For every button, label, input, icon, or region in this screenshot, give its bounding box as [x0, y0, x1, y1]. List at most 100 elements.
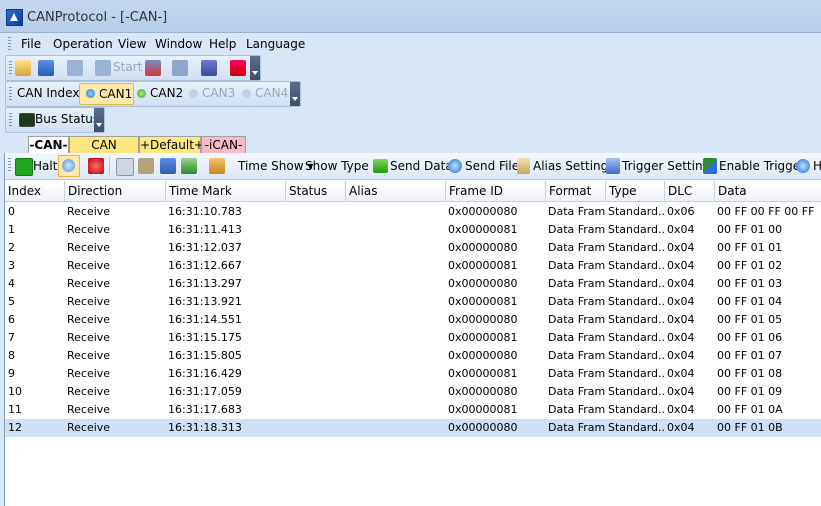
alias-setting-button[interactable]: Alias Setting — [533, 156, 608, 176]
tab-ican[interactable]: -iCAN- — [201, 136, 246, 154]
view-toolbar-grip[interactable] — [8, 158, 11, 171]
cell-data: 00 FF 01 05 — [717, 313, 783, 326]
table-row[interactable]: 10 Receive 16:31:17.059 0x00000080 Data Fram… — [5, 383, 821, 401]
cell-type: Standard... — [608, 223, 664, 236]
col-dlc[interactable]: DLC — [664, 181, 714, 201]
can-view: Halt Time Show ▾ Show Type ▾ Send Data S… — [4, 153, 821, 506]
tab-default[interactable]: +Default+ — [139, 136, 204, 154]
col-type[interactable]: Type — [605, 181, 664, 201]
main-toolbar: Start — [5, 55, 261, 81]
col-direction[interactable]: Direction — [64, 181, 165, 201]
cell-format: Data Frame — [548, 259, 605, 272]
bus-status-grip[interactable] — [9, 113, 12, 126]
col-frame-id[interactable]: Frame ID — [445, 181, 545, 201]
table-row[interactable]: 9 Receive 16:31:16.429 0x00000081 Data Frame… — [5, 365, 821, 383]
menu-operation[interactable]: Operation — [53, 37, 113, 51]
can1-option[interactable]: CAN1 — [79, 83, 134, 105]
enable-trigger-button[interactable]: Enable Trigger — [719, 156, 805, 176]
bus-status-button[interactable]: Bus Status — [35, 112, 99, 126]
auto-scroll-button[interactable] — [58, 155, 80, 177]
table-row[interactable]: 8 Receive 16:31:15.805 0x00000080 Data Frame… — [5, 347, 821, 365]
menu-help[interactable]: Help — [209, 37, 236, 51]
send-file-button[interactable]: Send File — [465, 156, 519, 176]
table-row[interactable]: 1 Receive 16:31:11.413 0x00000081 Data Frame… — [5, 221, 821, 239]
can3-option[interactable]: CAN3 — [202, 86, 235, 100]
book-icon[interactable] — [201, 60, 217, 76]
cell-dlc: 0x04 — [667, 349, 695, 362]
col-format[interactable]: Format — [545, 181, 605, 201]
filter-icon[interactable] — [230, 60, 246, 76]
table-row[interactable]: 4 Receive 16:31:13.297 0x00000080 Data Frame… — [5, 275, 821, 293]
cell-status — [286, 365, 345, 383]
table-row[interactable]: 2 Receive 16:31:12.037 0x00000080 Data Frame… — [5, 239, 821, 257]
cell-type: Standard... — [608, 259, 664, 272]
menu-grip[interactable] — [8, 37, 11, 50]
menu-bar: File Operation View Window Help Language — [0, 33, 821, 54]
can-index-grip[interactable] — [9, 87, 12, 100]
cell-dlc: 0x04 — [667, 403, 695, 416]
table-row[interactable]: 3 Receive 16:31:12.667 0x00000081 Data Frame… — [5, 257, 821, 275]
table-row[interactable]: 11 Receive 16:31:17.683 0x00000081 Data Fram… — [5, 401, 821, 419]
enable-trigger-icon — [703, 158, 717, 174]
view-toolbar: Halt Time Show ▾ Show Type ▾ Send Data S… — [5, 153, 821, 180]
table-row[interactable]: 12 Receive 16:31:18.313 0x00000080 Data Fram… — [5, 419, 821, 437]
table-row[interactable]: 6 Receive 16:31:14.551 0x00000080 Data Frame… — [5, 311, 821, 329]
cell-type: Standard... — [608, 205, 664, 218]
menu-window[interactable]: Window — [155, 37, 202, 51]
can3-radio-icon[interactable] — [189, 89, 198, 98]
tab-can[interactable]: -CAN- — [28, 136, 69, 154]
cell-data: 00 FF 01 04 — [717, 295, 783, 308]
col-index[interactable]: Index — [5, 181, 64, 201]
toolbar-grip[interactable] — [9, 61, 12, 74]
cell-frame-id: 0x00000080 — [448, 205, 518, 218]
show-type-dropdown[interactable]: Show Type ▾ — [305, 156, 379, 176]
menu-language[interactable]: Language — [246, 37, 305, 51]
table-row[interactable]: 7 Receive 16:31:15.175 0x00000081 Data Frame… — [5, 329, 821, 347]
table-row[interactable]: 5 Receive 16:31:13.921 0x00000081 Data Frame… — [5, 293, 821, 311]
tab-can-script[interactable]: CAN (script) — [69, 136, 139, 169]
can-index-overflow[interactable] — [290, 82, 300, 106]
can2-radio-icon[interactable] — [137, 89, 146, 98]
cell-alias — [346, 401, 445, 419]
tag-icon[interactable] — [67, 60, 83, 76]
cell-format: Data Frame — [548, 295, 605, 308]
clear-icon[interactable] — [138, 158, 154, 174]
col-alias[interactable]: Alias — [345, 181, 445, 201]
copy-icon[interactable] — [116, 158, 134, 176]
can4-radio-icon[interactable] — [242, 89, 251, 98]
col-data[interactable]: Data — [714, 181, 821, 201]
start-button[interactable]: Start — [113, 60, 142, 74]
toolbar-overflow[interactable] — [250, 56, 260, 80]
col-time-mark[interactable]: Time Mark — [165, 181, 285, 201]
more-button[interactable]: H — [813, 156, 821, 176]
trigger-setting-button[interactable]: Trigger Setting — [622, 156, 710, 176]
export-icon[interactable] — [181, 158, 197, 174]
bus-status-overflow[interactable] — [94, 108, 104, 132]
cell-status — [286, 329, 345, 347]
cell-time-mark: 16:31:17.683 — [168, 403, 242, 416]
save-icon[interactable] — [38, 60, 54, 76]
send-data-button[interactable]: Send Data — [390, 156, 453, 176]
menu-view[interactable]: View — [118, 37, 146, 51]
cell-dlc: 0x06 — [667, 205, 695, 218]
package-icon[interactable] — [209, 158, 225, 174]
cell-time-mark: 16:31:10.783 — [168, 205, 242, 218]
stop-icon[interactable] — [145, 60, 161, 76]
time-show-dropdown[interactable]: Time Show ▾ — [238, 156, 313, 176]
halt-button[interactable]: Halt — [33, 156, 57, 176]
start-icon[interactable] — [95, 60, 111, 76]
cell-dlc: 0x04 — [667, 367, 695, 380]
can2-option[interactable]: CAN2 — [150, 86, 183, 100]
tools-icon[interactable] — [172, 60, 188, 76]
menu-file[interactable]: File — [21, 37, 41, 51]
table-row[interactable]: 0 Receive 16:31:10.783 0x00000080 Data Frame… — [5, 203, 821, 221]
cell-frame-id: 0x00000081 — [448, 331, 518, 344]
open-icon[interactable] — [15, 60, 31, 76]
cell-frame-id: 0x00000080 — [448, 277, 518, 290]
can4-option[interactable]: CAN4 — [255, 86, 288, 100]
col-status[interactable]: Status — [285, 181, 345, 201]
record-icon[interactable] — [88, 158, 104, 174]
cell-status — [286, 401, 345, 419]
cell-data: 00 FF 01 08 — [717, 367, 783, 380]
save-data-icon[interactable] — [160, 158, 176, 174]
